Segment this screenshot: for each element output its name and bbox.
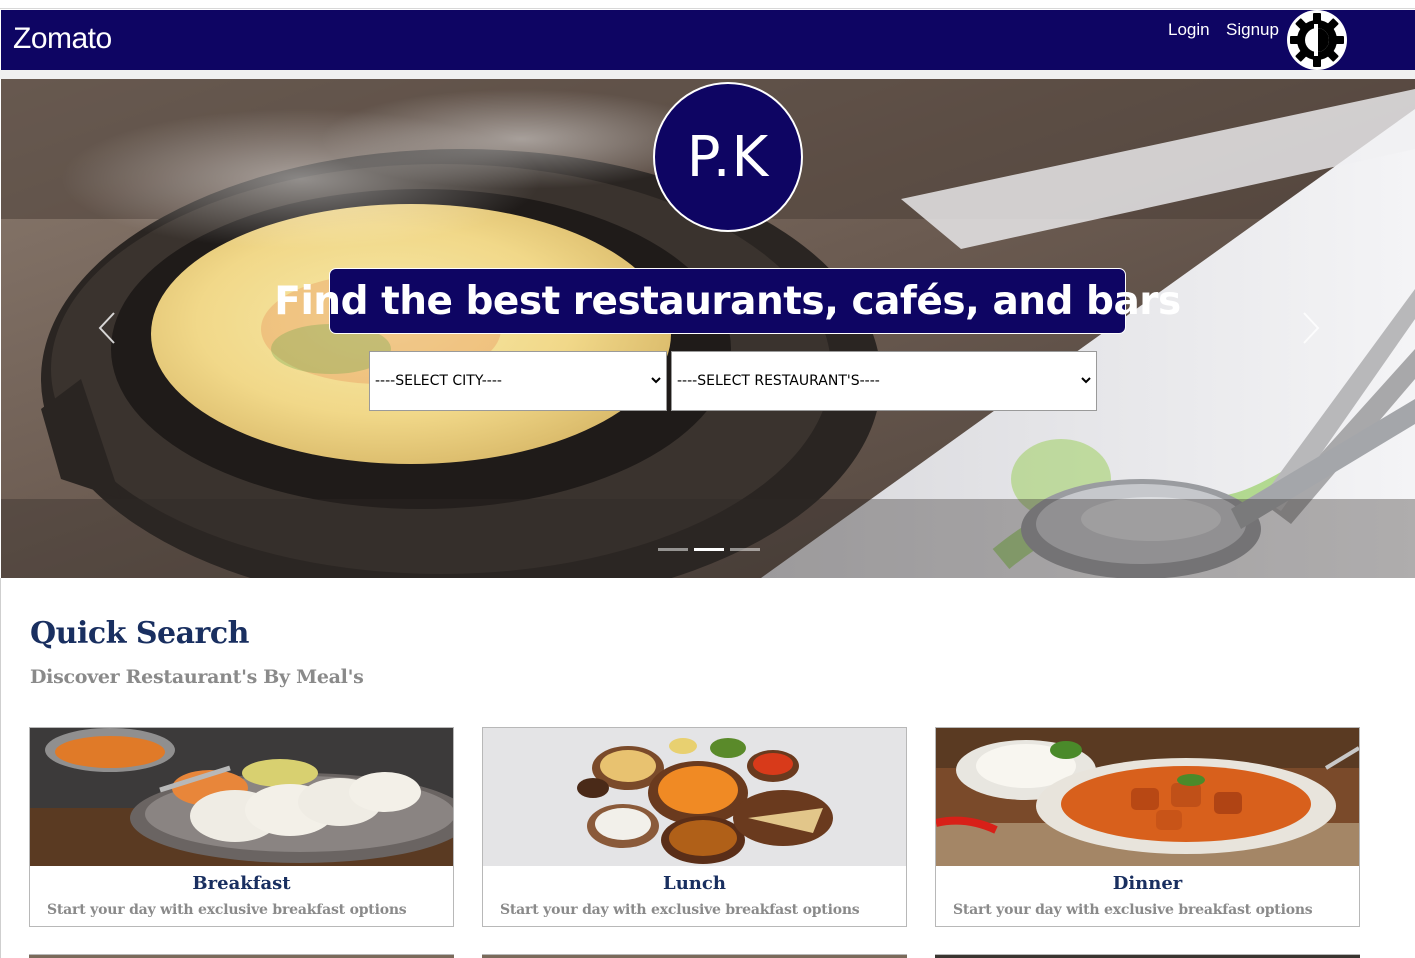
dinner-image: [936, 728, 1359, 866]
meal-title: Breakfast: [192, 873, 291, 894]
meal-card-breakfast[interactable]: Breakfast Start your day with exclusive …: [29, 727, 454, 927]
meal-title: Lunch: [663, 873, 726, 894]
city-select[interactable]: ----SELECT CITY----: [369, 351, 667, 411]
carousel-indicator-active[interactable]: [694, 548, 724, 551]
page-edge: [0, 578, 1, 958]
site-logo-circle: P.K: [653, 82, 803, 232]
quick-search-subtitle: Discover Restaurant's By Meal's: [30, 666, 364, 688]
restaurant-select[interactable]: ----SELECT RESTAURANT'S----: [671, 351, 1097, 411]
carousel-prev-icon[interactable]: [96, 311, 120, 345]
carousel-next-icon[interactable]: [1298, 311, 1322, 345]
meal-description: Start your day with exclusive breakfast …: [953, 902, 1313, 918]
meal-card-peek[interactable]: [29, 954, 454, 958]
login-link[interactable]: Login: [1168, 20, 1210, 40]
hero-headline: Find the best restaurants, cafés, and ba…: [274, 268, 1181, 334]
top-border: [0, 0, 1415, 9]
meal-card-peek[interactable]: [482, 954, 907, 958]
meal-title: Dinner: [1112, 873, 1183, 894]
chevron-down-icon: [651, 377, 661, 384]
chevron-down-icon: [1081, 377, 1091, 384]
breakfast-image: [30, 728, 453, 866]
meal-card-dinner[interactable]: Dinner Start your day with exclusive bre…: [935, 727, 1360, 927]
carousel-indicator[interactable]: [730, 548, 760, 551]
quick-search-title: Quick Search: [30, 616, 249, 651]
navbar: Zomato Login Signup: [1, 10, 1415, 70]
meal-card-peek[interactable]: [935, 954, 1360, 958]
brand-logo[interactable]: Zomato: [13, 22, 112, 56]
restaurant-select-value: ----SELECT RESTAURANT'S----: [677, 373, 880, 389]
hero-carousel: P.K Find the best restaurants, cafés, an…: [1, 79, 1415, 578]
meal-description: Start your day with exclusive breakfast …: [47, 902, 407, 918]
carousel-indicator[interactable]: [658, 548, 688, 551]
city-select-value: ----SELECT CITY----: [375, 373, 502, 389]
theme-toggle-button[interactable]: [1287, 10, 1347, 70]
signup-link[interactable]: Signup: [1226, 20, 1279, 40]
gear-icon: [1290, 13, 1344, 67]
meal-description: Start your day with exclusive breakfast …: [500, 902, 860, 918]
lunch-image: [483, 728, 906, 866]
meal-card-lunch[interactable]: Lunch Start your day with exclusive brea…: [482, 727, 907, 927]
nav-spacer: [0, 70, 1415, 79]
